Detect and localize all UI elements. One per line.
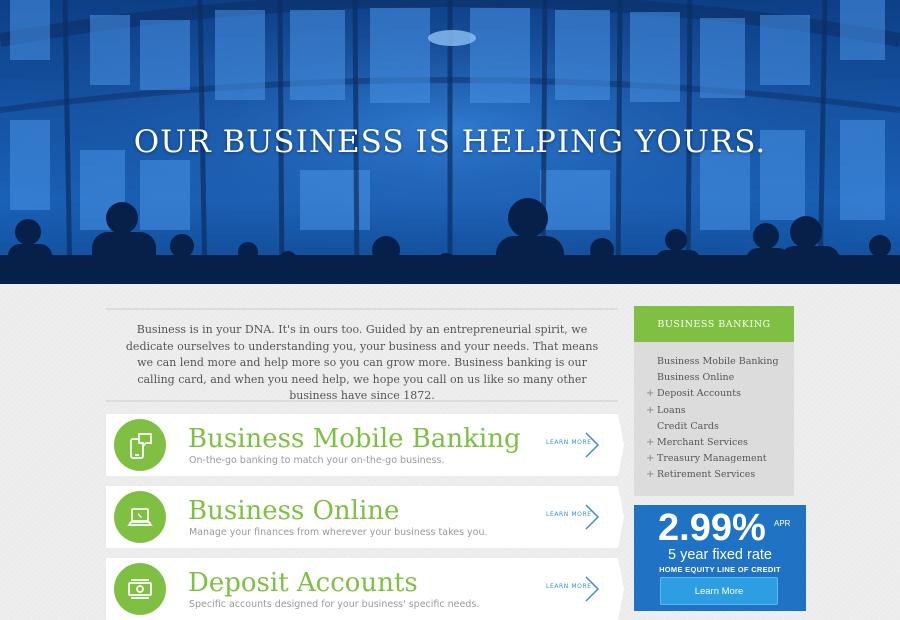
menu-item-label: Retirement Services bbox=[657, 469, 756, 481]
plus-icon[interactable]: + bbox=[646, 386, 654, 402]
menu-item-business-mobile-banking[interactable]: Business Mobile Banking bbox=[634, 354, 794, 370]
feature-card-business-mobile-banking[interactable]: Business Mobile Banking On-the-go bankin… bbox=[106, 414, 624, 476]
feature-description: On-the-go banking to match your on-the-g… bbox=[189, 455, 445, 466]
mobile-chat-icon bbox=[114, 419, 166, 471]
menu-list: Business Mobile Banking Business Online … bbox=[634, 342, 794, 484]
business-banking-menu: BUSINESS BANKING Business Mobile Banking… bbox=[634, 306, 794, 496]
feature-title[interactable]: Business Mobile Banking bbox=[188, 424, 521, 454]
menu-item-label: Deposit Accounts bbox=[657, 388, 741, 400]
menu-item-label: Merchant Services bbox=[657, 436, 748, 448]
plus-icon[interactable]: + bbox=[646, 435, 654, 451]
promo-product: HOME EQUITY LINE OF CREDIT bbox=[659, 565, 781, 574]
menu-item-treasury-management[interactable]: + Treasury Management bbox=[634, 451, 794, 467]
menu-item-business-online[interactable]: Business Online bbox=[634, 370, 794, 386]
menu-item-label: Business Online bbox=[657, 372, 735, 384]
promo-learn-more-button[interactable]: Learn More bbox=[660, 577, 778, 605]
intro-section: Business is in your DNA. It's in ours to… bbox=[106, 308, 618, 402]
menu-item-retirement-services[interactable]: + Retirement Services bbox=[634, 467, 794, 483]
feature-description: Manage your finances from wherever your … bbox=[189, 527, 488, 538]
plus-icon[interactable]: + bbox=[646, 467, 654, 483]
money-icon bbox=[114, 563, 166, 615]
hero-title: OUR BUSINESS IS HELPING YOURS. bbox=[133, 124, 767, 160]
menu-heading: BUSINESS BANKING bbox=[634, 306, 794, 342]
heloc-promo-banner: 2.99% APR 5 year fixed rate HOME EQUITY … bbox=[634, 505, 806, 611]
feature-card-deposit-accounts[interactable]: Deposit Accounts Specific accounts desig… bbox=[106, 558, 624, 620]
promo-term: 5 year fixed rate bbox=[668, 547, 772, 563]
menu-item-credit-cards[interactable]: Credit Cards bbox=[634, 419, 794, 435]
feature-title[interactable]: Deposit Accounts bbox=[188, 568, 418, 598]
intro-text: Business is in your DNA. It's in ours to… bbox=[125, 323, 599, 402]
plus-icon[interactable]: + bbox=[646, 403, 654, 419]
feature-description: Specific accounts designed for your busi… bbox=[189, 599, 480, 610]
menu-item-label: Credit Cards bbox=[657, 420, 719, 432]
promo-apr-label: APR bbox=[774, 519, 791, 528]
chevron-right-icon[interactable] bbox=[584, 575, 600, 603]
chevron-right-icon[interactable] bbox=[584, 503, 600, 531]
chevron-right-icon[interactable] bbox=[584, 431, 600, 459]
feature-card-business-online[interactable]: Business Online Manage your finances fro… bbox=[106, 486, 624, 548]
hero-banner: OUR BUSINESS IS HELPING YOURS. bbox=[0, 0, 900, 284]
laptop-icon bbox=[114, 491, 166, 543]
menu-item-loans[interactable]: + Loans bbox=[634, 403, 794, 419]
menu-item-label: Treasury Management bbox=[657, 453, 767, 465]
menu-item-merchant-services[interactable]: + Merchant Services bbox=[634, 435, 794, 451]
feature-title[interactable]: Business Online bbox=[188, 496, 399, 526]
promo-rate: 2.99% bbox=[658, 507, 766, 549]
menu-item-deposit-accounts[interactable]: + Deposit Accounts bbox=[634, 386, 794, 402]
plus-icon[interactable]: + bbox=[646, 451, 654, 467]
menu-item-label: Loans bbox=[657, 404, 686, 416]
menu-item-label: Business Mobile Banking bbox=[657, 356, 779, 367]
